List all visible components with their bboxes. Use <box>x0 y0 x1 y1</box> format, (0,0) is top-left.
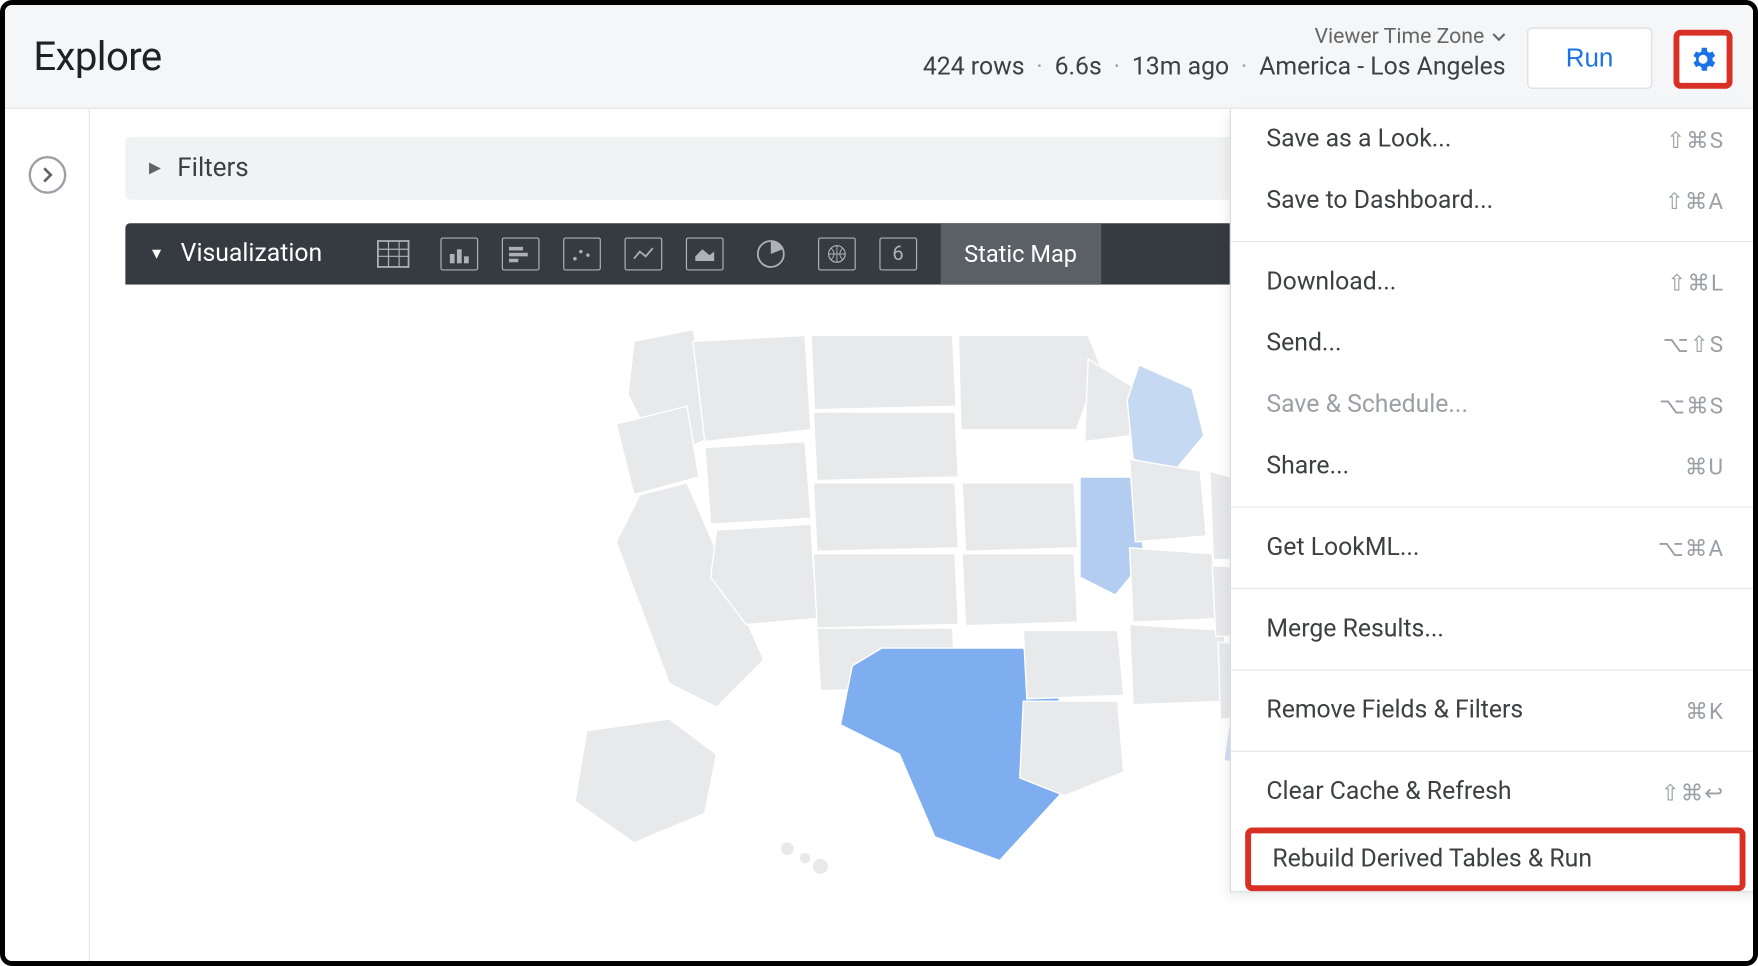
us-map-svg <box>551 294 1306 884</box>
menu-item-highlight: Rebuild Derived Tables & Run <box>1245 827 1745 891</box>
menu-item-label: Send... <box>1266 330 1341 358</box>
menu-separator <box>1231 588 1758 589</box>
menu-item-label: Rebuild Derived Tables & Run <box>1272 845 1592 873</box>
menu-item[interactable]: Share... ⌘U <box>1231 436 1758 497</box>
menu-item-label: Download... <box>1266 268 1396 296</box>
menu-item-label: Merge Results... <box>1266 615 1444 643</box>
caret-down-icon: ▼ <box>149 245 164 264</box>
menu-item-shortcut: ⌥⌘S <box>1659 391 1724 418</box>
query-stats: 424 rows · 6.6s · 13m ago · America - Lo… <box>923 53 1506 81</box>
menu-item[interactable]: Send... ⌥⇧S <box>1231 313 1758 374</box>
settings-gear-button[interactable] <box>1674 30 1733 89</box>
state-michigan <box>1127 365 1204 471</box>
menu-separator <box>1231 506 1758 507</box>
viz-area-icon[interactable] <box>686 237 724 270</box>
viz-bar-icon[interactable] <box>440 237 478 270</box>
viz-column-icon[interactable] <box>502 237 540 270</box>
chevron-down-icon <box>1491 29 1505 43</box>
menu-item-label: Get LookML... <box>1266 534 1419 562</box>
viz-map-icon[interactable] <box>818 237 856 270</box>
viz-table-icon[interactable] <box>369 233 416 275</box>
menu-item-label: Share... <box>1266 452 1349 480</box>
menu-item[interactable]: Remove Fields & Filters ⌘K <box>1231 680 1758 741</box>
menu-item[interactable]: Clear Cache & Refresh ⇧⌘↩ <box>1231 761 1758 822</box>
menu-item-shortcut: ⇧⌘↩ <box>1661 778 1725 805</box>
viz-pie-icon[interactable] <box>747 233 794 275</box>
menu-item-shortcut: ⌥⌘A <box>1658 534 1724 561</box>
viz-scatter-icon[interactable] <box>563 237 601 270</box>
explore-header: Explore Viewer Time Zone 424 rows · 6.6s… <box>5 5 1758 109</box>
menu-item[interactable]: Save as a Look... ⇧⌘S <box>1231 109 1758 170</box>
menu-item[interactable]: Download... ⇧⌘L <box>1231 252 1758 313</box>
menu-item-label: Remove Fields & Filters <box>1266 696 1523 724</box>
menu-item: Save & Schedule... ⌥⌘S <box>1231 374 1758 435</box>
menu-item-shortcut: ⌘U <box>1685 453 1724 480</box>
menu-item-label: Clear Cache & Refresh <box>1266 778 1511 806</box>
menu-item-shortcut: ⌥⇧S <box>1663 330 1724 357</box>
expand-sidebar-button[interactable] <box>28 156 66 194</box>
filters-label: Filters <box>177 154 248 184</box>
menu-separator <box>1231 241 1758 242</box>
menu-item[interactable]: Merge Results... <box>1231 599 1758 660</box>
menu-item-shortcut: ⌘K <box>1685 697 1724 724</box>
chevron-right-icon <box>39 167 56 184</box>
gear-icon <box>1688 44 1719 75</box>
menu-item-label: Save as a Look... <box>1266 125 1451 153</box>
menu-separator <box>1231 669 1758 670</box>
menu-item-shortcut: ⇧⌘S <box>1666 126 1724 153</box>
query-age: 13m ago <box>1132 53 1229 81</box>
viz-single-value-icon[interactable]: 6 <box>879 237 917 270</box>
menu-separator <box>1231 751 1758 752</box>
viz-tab-static-map[interactable]: Static Map <box>941 223 1101 284</box>
menu-item[interactable]: Rebuild Derived Tables & Run <box>1251 833 1740 885</box>
menu-item[interactable]: Get LookML... ⌥⌘A <box>1231 517 1758 578</box>
menu-item-shortcut: ⇧⌘A <box>1665 187 1724 214</box>
menu-item-label: Save to Dashboard... <box>1266 187 1493 215</box>
visualization-label: Visualization <box>181 240 323 268</box>
run-button[interactable]: Run <box>1527 27 1653 88</box>
menu-item[interactable]: Save to Dashboard... ⇧⌘A <box>1231 170 1758 231</box>
query-timezone: America - Los Angeles <box>1259 53 1505 81</box>
menu-item-label: Save & Schedule... <box>1266 391 1468 419</box>
timezone-label: Viewer Time Zone <box>1314 24 1484 49</box>
menu-item-shortcut: ⇧⌘L <box>1667 269 1724 296</box>
page-title: Explore <box>33 33 161 80</box>
caret-right-icon: ▶ <box>149 160 161 178</box>
query-duration: 6.6s <box>1055 53 1102 81</box>
rows-count: 424 rows <box>923 53 1025 81</box>
timezone-selector[interactable]: Viewer Time Zone <box>1314 24 1505 49</box>
viz-line-icon[interactable] <box>624 237 662 270</box>
left-rail <box>5 109 90 966</box>
settings-dropdown-menu: Save as a Look... ⇧⌘S Save to Dashboard...… <box>1230 109 1758 893</box>
